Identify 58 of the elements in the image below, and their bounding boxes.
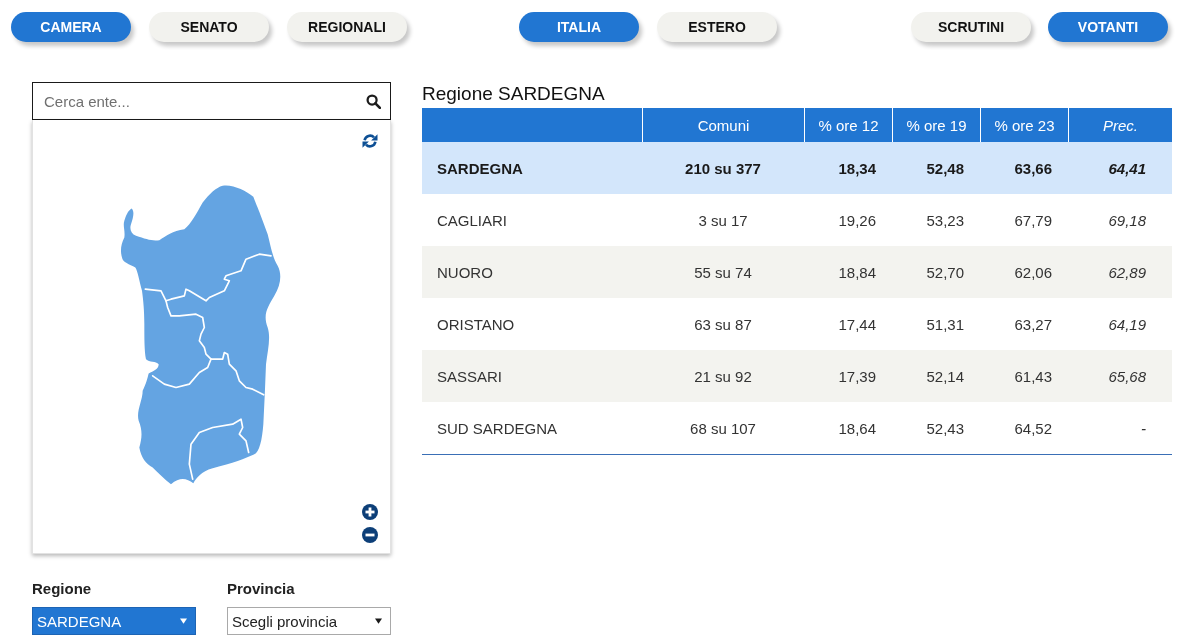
search-field[interactable]: Cerca ente... <box>32 82 391 120</box>
table-cell-text: SASSARI <box>436 367 504 385</box>
table-cell-text: 64,41 <box>1107 159 1147 177</box>
table-cell-text: 17,44 <box>837 315 877 333</box>
table-cell-text: 62,06 <box>1013 263 1053 281</box>
table-cell-text: 62,89 <box>1107 263 1147 281</box>
table-cell-text: 18,64 <box>837 419 877 437</box>
table-cell-text: 67,79 <box>1013 211 1053 229</box>
table-title: Regione SARDEGNA <box>422 82 606 106</box>
nav-tab[interactable]: CAMERA <box>11 12 131 42</box>
nav-tab[interactable]: REGIONALI <box>287 12 407 42</box>
refresh-icon[interactable] <box>362 133 378 149</box>
nav-tab[interactable]: SENATO <box>149 12 269 42</box>
table-cell-text: 69,18 <box>1107 211 1147 229</box>
table-cell-text: 55 su 74 <box>693 263 753 281</box>
search-icon[interactable] <box>366 94 381 109</box>
table-cell-text: 65,68 <box>1107 367 1147 385</box>
table-cell-text: 61,43 <box>1013 367 1053 385</box>
table-cell-text: 64,52 <box>1013 419 1053 437</box>
table-cell-text: 19,26 <box>837 211 877 229</box>
table-row[interactable]: SASSARI 21 su 92 17,39 52,14 61,43 65,68 <box>422 350 1172 402</box>
table-cell-text: 210 su 377 <box>684 159 762 177</box>
table-row[interactable]: SARDEGNA 210 su 377 18,34 52,48 63,66 64,41 <box>422 142 1172 194</box>
filter-label: Regione <box>32 580 92 598</box>
table-cell-text: 3 su 17 <box>697 211 749 229</box>
table-cell-text: 63 su 87 <box>693 315 753 333</box>
filter-label: Provincia <box>227 580 295 598</box>
dropdown[interactable]: Scegli provincia <box>227 607 391 635</box>
table-cell-text: 64,19 <box>1107 315 1147 333</box>
table-cell-text: SARDEGNA <box>436 159 524 177</box>
table-row[interactable]: NUORO 55 su 74 18,84 52,70 62,06 62,89 <box>422 246 1172 298</box>
table-cell-text: 63,66 <box>1013 159 1053 177</box>
table-cell-text: 17,39 <box>837 367 877 385</box>
table-cell-text: 63,27 <box>1013 315 1053 333</box>
table-cell-text: 52,48 <box>925 159 965 177</box>
table-cell-text: 51,31 <box>925 315 965 333</box>
table-cell-text: 21 su 92 <box>693 367 753 385</box>
caret-icon <box>180 618 187 624</box>
table-cell-text: 52,70 <box>925 263 965 281</box>
table-cell-text: 68 su 107 <box>689 419 757 437</box>
nav-tab[interactable]: ESTERO <box>657 12 777 42</box>
table-cell-text: SUD SARDEGNA <box>436 419 559 437</box>
nav-tab[interactable]: SCRUTINI <box>911 12 1031 42</box>
table-cell-text: CAGLIARI <box>436 211 509 229</box>
nav-tab[interactable]: VOTANTI <box>1048 12 1168 42</box>
table-cell-text: 53,23 <box>925 211 965 229</box>
nav-tab[interactable]: ITALIA <box>519 12 639 42</box>
table-cell-text: NUORO <box>436 263 494 281</box>
dropdown[interactable]: SARDEGNA <box>32 607 196 635</box>
table-cell-text: ORISTANO <box>436 315 516 333</box>
table-cell-text: 52,14 <box>925 367 965 385</box>
table-cell-text: 18,84 <box>837 263 877 281</box>
caret-icon <box>375 618 382 624</box>
table-cell-text: 18,34 <box>837 159 877 177</box>
zoom-out-icon[interactable] <box>362 527 378 543</box>
zoom-in-icon[interactable] <box>362 504 378 520</box>
table-cell-text: - <box>1140 419 1147 437</box>
table-cell-text: 52,43 <box>925 419 965 437</box>
